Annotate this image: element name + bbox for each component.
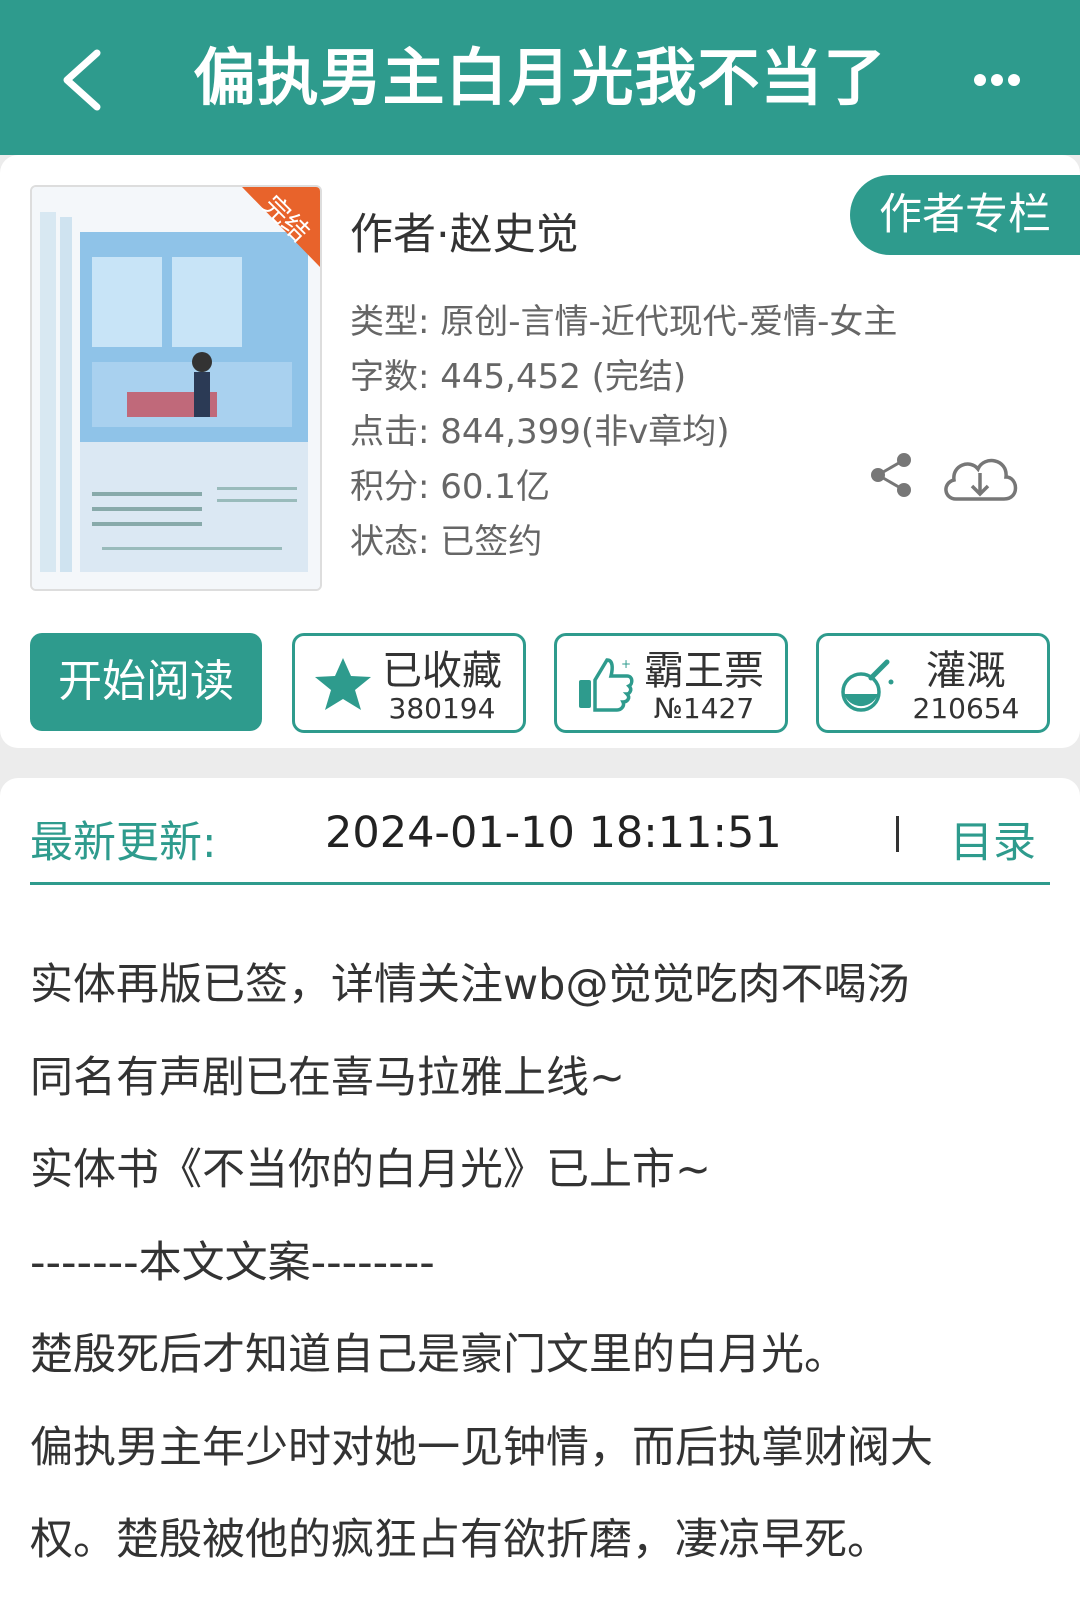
star-icon [315, 658, 371, 710]
vote-rank: №1427 [653, 692, 755, 725]
book-info-card: 完结 作者·赵史觉 作者专栏 类型: 原创-言情-近代现代-爱情-女主 字数: … [0, 155, 1080, 748]
description-line: 同名有声剧已在喜马拉雅上线~ [30, 1053, 626, 1103]
author-column-button[interactable]: 作者专栏 [850, 175, 1080, 255]
app-header: 偏执男主白月光我不当了 [0, 0, 1080, 155]
share-icon[interactable] [866, 450, 916, 500]
meta-type: 类型: 原创-言情-近代现代-爱情-女主 [350, 302, 898, 342]
description-line: 实体书《不当你的白月光》已上市~ [30, 1145, 712, 1195]
book-meta: 类型: 原创-言情-近代现代-爱情-女主 字数: 445,452 (完结) 点击… [350, 295, 897, 570]
author-name[interactable]: 作者·赵史觉 [350, 200, 579, 262]
svg-text:+: + [621, 657, 631, 671]
description-line: 偏执男主年少时对她一见钟情，而后执掌财阀大 [30, 1423, 933, 1473]
latest-update-bar: 最新更新: 2024-01-10 18:11:51 目录 [0, 778, 1080, 915]
favorite-count: 380194 [388, 692, 496, 725]
description-line: 权。楚殷被他的疯狂占有欲折磨，凄凉早死。 [30, 1515, 890, 1565]
nourish-label: 灌溉 [926, 648, 1006, 694]
description-line: -------本文文案-------- [30, 1238, 435, 1288]
vote-button[interactable]: + 霸王票 №1427 [554, 633, 788, 733]
favorite-label: 已收藏 [382, 648, 502, 694]
meta-clicks: 点击: 844,399(非v章均) [350, 412, 730, 452]
divider-line [30, 882, 1050, 885]
nourish-button[interactable]: 灌溉 210654 [816, 633, 1050, 733]
start-reading-button[interactable]: 开始阅读 [30, 633, 262, 731]
nourish-count: 210654 [912, 692, 1020, 725]
book-description: 实体再版已签，详情关注wb@觉觉吃肉不喝汤 同名有声剧已在喜马拉雅上线~ 实体书… [0, 915, 1080, 1620]
chevron-left-icon[interactable] [55, 45, 115, 115]
favorite-button[interactable]: 已收藏 380194 [292, 633, 526, 733]
thumbs-up-icon: + [579, 657, 634, 712]
separator [896, 816, 899, 852]
cloud-download-icon[interactable] [938, 447, 1022, 507]
meta-words: 字数: 445,452 (完结) [350, 357, 687, 397]
meta-score: 积分: 60.1亿 [350, 467, 550, 507]
more-dots-icon[interactable] [972, 60, 1022, 100]
book-cover[interactable]: 完结 [30, 185, 322, 591]
meta-status: 状态: 已签约 [350, 522, 543, 562]
description-line: 实体再版已签，详情关注wb@觉觉吃肉不喝汤 [30, 960, 910, 1010]
flask-icon [841, 659, 894, 712]
table-of-contents-link[interactable]: 目录 [950, 808, 1036, 870]
latest-update-time[interactable]: 2024-01-10 18:11:51 [325, 808, 782, 858]
latest-update-label: 最新更新: [30, 818, 217, 868]
vote-label: 霸王票 [644, 648, 764, 694]
page-title: 偏执男主白月光我不当了 [193, 41, 887, 114]
description-line: 楚殷死后才知道自己是豪门文里的白月光。 [30, 1330, 847, 1380]
